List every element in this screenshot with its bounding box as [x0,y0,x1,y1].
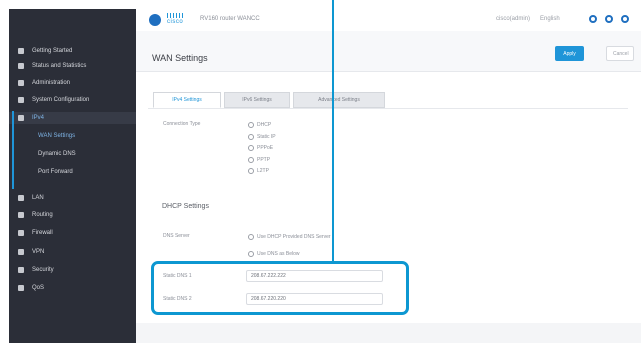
connection-type-l2tp[interactable]: L2TP [248,168,269,174]
connection-type-dhcp[interactable]: DHCP [248,122,271,128]
logout-icon[interactable] [621,15,629,23]
help-icon[interactable] [589,15,597,23]
dns-use-below[interactable]: Use DNS as Below [248,251,300,257]
dhcp-settings-title: DHCP Settings [162,203,209,210]
firewall-icon [18,230,24,236]
getting-started-icon [18,48,24,54]
sidebar-item-vpn[interactable]: VPN [9,246,136,258]
administration-icon [18,80,24,86]
sidebar-item-qos[interactable]: QoS [9,282,136,294]
sidebar-item-lan[interactable]: LAN [9,192,136,204]
security-icon [18,267,24,273]
qos-icon [18,285,24,291]
system-config-icon [18,97,24,103]
radio-icon [248,134,254,140]
status-icon [18,63,24,69]
sidebar-item-wan-settings[interactable]: WAN Settings [9,130,136,142]
wan-icon [18,115,24,121]
radio-icon [248,251,254,257]
router-model: RV160 router WANCC [200,16,260,22]
radio-icon [248,234,254,240]
footer-area [136,323,641,343]
sidebar: Getting Started Status and Statistics Ad… [9,9,136,343]
sidebar-item-system-config[interactable]: System Configuration [9,94,136,106]
sidebar-item-administration[interactable]: Administration [9,77,136,89]
language-select[interactable]: English [540,16,560,22]
sidebar-item-status[interactable]: Status and Statistics [9,60,136,72]
sidebar-item-dynamic-dns[interactable]: Dynamic DNS [9,148,136,160]
connection-type-pppoe[interactable]: PPPoE [248,145,273,151]
sidebar-item-routing[interactable]: Routing [9,209,136,221]
page-title: WAN Settings [152,53,208,63]
lan-icon [18,195,24,201]
sidebar-item-port-forward[interactable]: Port Forward [9,166,136,178]
sidebar-item-wan[interactable]: IPv4 [9,112,136,124]
top-bar: cisco RV160 router WANCC cisco(admin) En… [136,9,641,32]
page-header: WAN Settings Apply Cancel [136,31,641,72]
brand-name: cisco [167,19,184,25]
dns-use-dhcp[interactable]: Use DHCP Provided DNS Server [248,234,331,240]
dns-server-label: DNS Server [163,233,190,239]
cancel-button[interactable]: Cancel [606,46,634,61]
radio-icon [248,168,254,174]
sidebar-item-getting-started[interactable]: Getting Started [9,45,136,57]
connection-type-static[interactable]: Static IP [248,134,276,140]
radio-icon [248,122,254,128]
tab-ipv6-settings[interactable]: IPv6 Settings [224,92,290,108]
tab-advanced-settings[interactable]: Advanced Settings [293,92,385,108]
radio-icon [248,157,254,163]
info-icon[interactable] [605,15,613,23]
sidebar-item-security[interactable]: Security [9,264,136,276]
sidebar-item-firewall[interactable]: Firewall [9,227,136,239]
active-nav-indicator [12,111,14,189]
tab-ipv4-settings[interactable]: IPv4 Settings [153,92,221,108]
vpn-icon [18,249,24,255]
apply-button[interactable]: Apply [555,46,584,61]
current-user[interactable]: cisco(admin) [496,16,530,22]
connection-type-pptp[interactable]: PPTP [248,157,270,163]
routing-icon [18,212,24,218]
menu-toggle-icon[interactable] [149,14,161,26]
callout-highlight-box [151,261,409,315]
cisco-logo-icon [167,13,185,18]
callout-line [332,0,334,261]
radio-icon [248,145,254,151]
connection-type-label: Connection Type [163,121,201,127]
